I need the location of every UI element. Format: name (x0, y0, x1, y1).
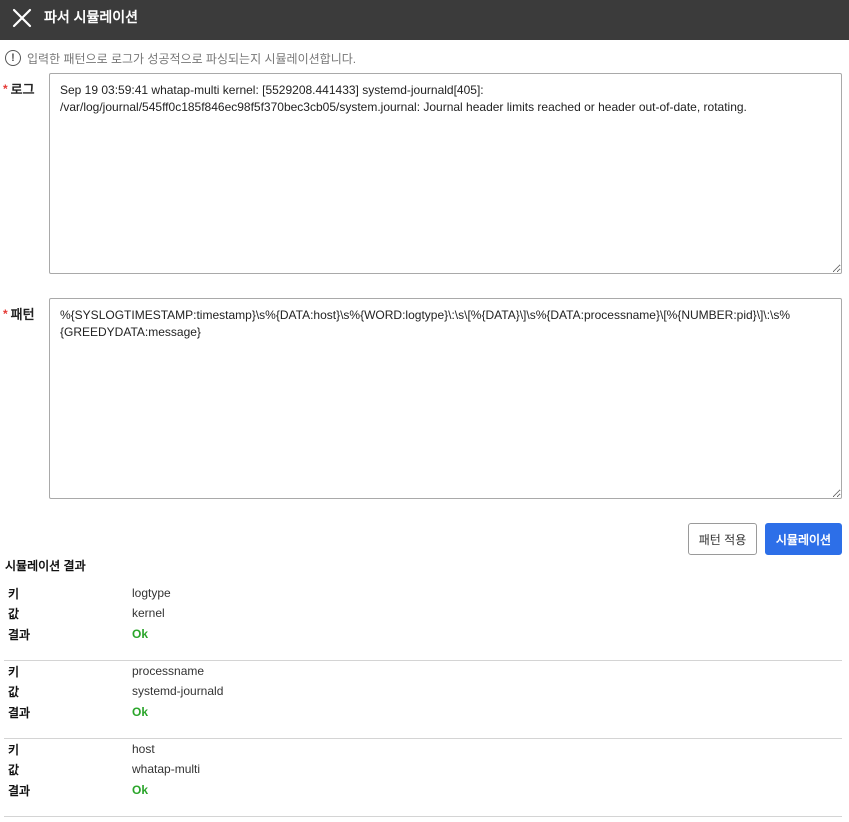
log-input[interactable] (49, 73, 842, 274)
result-item: 키 logtype 값 kernel 결과 Ok (4, 583, 842, 661)
info-text: 입력한 패턴으로 로그가 성공적으로 파싱되는지 시뮬레이션합니다. (27, 51, 357, 66)
result-item: 키 host 값 whatap-multi 결과 Ok (4, 739, 842, 817)
result-key-label: 키 (8, 586, 20, 601)
result-key: logtype (132, 586, 171, 600)
pattern-label-text: 패턴 (10, 307, 35, 322)
close-button[interactable] (10, 6, 34, 30)
results-title: 시뮬레이션 결과 (5, 559, 86, 573)
result-status: Ok (132, 627, 149, 641)
page-title: 파서 시뮬레이션 (44, 9, 139, 25)
result-key: processname (132, 664, 205, 678)
result-key-label: 키 (8, 664, 20, 679)
result-value: kernel (132, 606, 165, 620)
result-key: host (132, 742, 155, 756)
info-message: ! 입력한 패턴으로 로그가 성공적으로 파싱되는지 시뮬레이션합니다. (5, 49, 356, 67)
result-value: systemd-journald (132, 684, 224, 698)
result-status-label: 결과 (8, 705, 31, 720)
result-key-label: 키 (8, 742, 20, 757)
result-value-label: 값 (8, 684, 20, 699)
result-status: Ok (132, 783, 149, 797)
info-circle-icon: ! (5, 50, 21, 66)
required-mark: * (3, 306, 8, 321)
result-value: whatap-multi (132, 762, 201, 776)
results-list: 키 logtype 값 kernel 결과 Ok 키 processname 값 systemd-… (4, 583, 842, 817)
pattern-label: * 패턴 (3, 304, 35, 323)
result-value-label: 값 (8, 762, 20, 777)
result-status: Ok (132, 705, 149, 719)
apply-pattern-button[interactable]: 패턴 적용 (688, 523, 757, 555)
log-label-text: 로그 (10, 82, 35, 97)
result-status-label: 결과 (8, 783, 31, 798)
required-mark: * (3, 81, 8, 96)
result-item: 키 processname 값 systemd-journald 결과 Ok (4, 661, 842, 739)
result-status-label: 결과 (8, 627, 31, 642)
close-icon (12, 8, 32, 28)
simulate-button[interactable]: 시뮬레이션 (765, 523, 842, 555)
result-value-label: 값 (8, 606, 20, 621)
header-bar: 파서 시뮬레이션 (0, 0, 849, 40)
log-label: * 로그 (3, 79, 35, 98)
pattern-input[interactable] (49, 298, 842, 499)
